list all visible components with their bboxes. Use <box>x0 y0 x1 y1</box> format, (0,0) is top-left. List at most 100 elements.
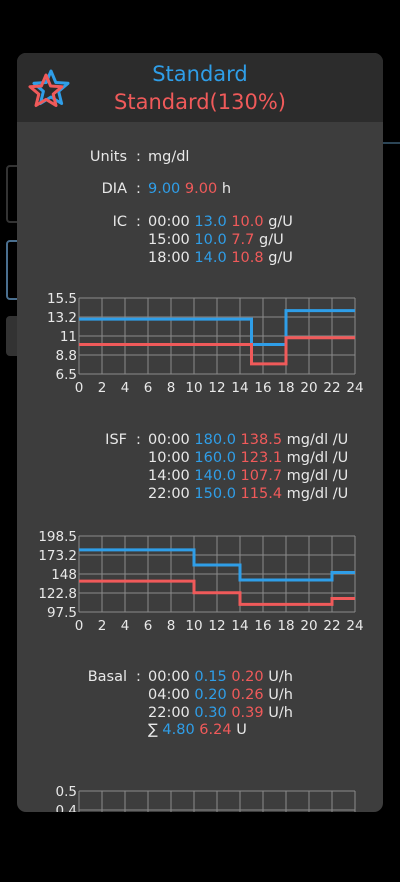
ic-row: 15:00 10.0 7.7 g/U <box>148 232 284 248</box>
y-tick-label: 122.8 <box>38 586 77 602</box>
basal-value: 0.15 <box>194 669 227 685</box>
isf-unit: mg/dl /U <box>286 432 349 448</box>
x-tick-label: 12 <box>208 618 225 634</box>
ic-value: 13.0 <box>194 214 227 230</box>
ic-time: 15:00 <box>148 232 190 248</box>
y-tick-label: 173.2 <box>38 548 77 564</box>
isf-chart: 198.5173.2148122.897.50 2 4 6 8 10 12 14 16 18 20 2… <box>38 529 363 634</box>
basal-row: 22:00 0.30 0.39 U/h <box>148 705 293 721</box>
y-tick-label: 97.5 <box>47 605 77 621</box>
x-tick-label: 16 <box>254 618 271 634</box>
x-tick-label: 18 <box>277 618 294 634</box>
ic-row: 18:00 14.0 10.8 g/U <box>148 250 293 266</box>
ic-value: 10.0 <box>194 232 227 248</box>
x-tick-label: 14 <box>231 380 248 396</box>
y-tick-label: 198.5 <box>38 529 77 545</box>
units-sep: : <box>136 149 141 165</box>
basal-value-scaled: 0.20 <box>231 669 264 685</box>
x-tick-label: 10 <box>185 618 202 634</box>
ic-time: 00:00 <box>148 214 190 230</box>
isf-row: 22:00 150.0 115.4 mg/dl /U <box>148 486 348 502</box>
basal-row: 00:00 0.15 0.20 U/h <box>148 669 293 685</box>
x-tick-label: 16 <box>254 380 271 396</box>
y-tick-label: 0.5 <box>56 784 77 800</box>
isf-row: 14:00 140.0 107.7 mg/dl /U <box>148 468 348 484</box>
dialog-header: Standard Standard(130%) <box>17 53 383 122</box>
x-tick-label: 6 <box>144 618 153 634</box>
isf-unit: mg/dl /U <box>286 450 349 466</box>
dia-sep: : <box>136 181 141 197</box>
y-tick-label: 15.5 <box>47 291 77 307</box>
units-label: Units <box>89 149 127 165</box>
x-tick-label: 0 <box>75 618 84 634</box>
x-tick-label: 4 <box>121 380 130 396</box>
ic-sep: : <box>136 214 141 230</box>
isf-row: 00:00 180.0 138.5 mg/dl /U <box>148 432 348 448</box>
basal-sum-scaled: 6.24 <box>199 722 232 738</box>
x-tick-label: 22 <box>323 618 340 634</box>
dia-value-base: 9.00 <box>148 181 181 197</box>
ic-row: 00:00 13.0 10.0 g/U <box>148 214 293 230</box>
isf-time: 22:00 <box>148 486 190 502</box>
y-tick-label: 13.2 <box>47 310 77 326</box>
x-tick-label: 22 <box>323 380 340 396</box>
basal-value-scaled: 0.26 <box>231 687 264 703</box>
x-tick-label: 20 <box>300 380 317 396</box>
x-tick-label: 10 <box>185 380 202 396</box>
basal-unit: U/h <box>268 705 293 721</box>
dia-value-scaled: 9.00 <box>184 181 218 197</box>
isf-time: 00:00 <box>148 432 190 448</box>
y-tick-label: 148 <box>51 567 77 583</box>
x-tick-label: 8 <box>167 618 176 634</box>
basal-unit: U/h <box>268 669 293 685</box>
y-tick-label: 11 <box>60 329 77 345</box>
isf-label: ISF <box>105 432 127 448</box>
basal-label: Basal <box>87 669 127 685</box>
basal-value: 0.20 <box>194 687 227 703</box>
y-tick-label: 8.8 <box>56 348 77 364</box>
y-tick-label: 0.4 <box>56 803 77 812</box>
background-card-edge <box>382 142 400 144</box>
basal-unit: U/h <box>268 687 293 703</box>
x-tick-label: 0 <box>75 380 84 396</box>
ic-unit: g/U <box>268 214 293 230</box>
basal-sum-unit: U <box>236 722 247 738</box>
ic-value: 14.0 <box>194 250 227 266</box>
isf-value-scaled: 138.5 <box>240 432 283 448</box>
x-tick-label: 18 <box>277 380 294 396</box>
isf-unit: mg/dl /U <box>286 486 349 502</box>
sum-symbol: ∑ <box>148 722 158 738</box>
isf-sep: : <box>136 432 141 448</box>
x-tick-label: 24 <box>346 618 363 634</box>
profile-viewer-dialog: Standard Standard(130%) Units : mg/dl DI… <box>17 53 383 812</box>
isf-value: 150.0 <box>194 486 236 502</box>
isf-row: 10:00 160.0 123.1 mg/dl /U <box>148 450 348 466</box>
basal-time: 22:00 <box>148 705 190 721</box>
ic-time: 18:00 <box>148 250 190 266</box>
x-tick-label: 14 <box>231 618 248 634</box>
ic-value-scaled: 10.0 <box>231 214 264 230</box>
basal-chart: 0.50.4 <box>56 784 356 812</box>
basal-sum: ∑ 4.80 6.24 U <box>148 722 247 738</box>
x-tick-label: 12 <box>208 380 225 396</box>
basal-value: 0.30 <box>194 705 227 721</box>
dia-unit: h <box>221 181 232 197</box>
isf-value-scaled: 107.7 <box>240 468 283 484</box>
isf-value: 140.0 <box>194 468 236 484</box>
x-tick-label: 2 <box>98 618 107 634</box>
isf-value: 180.0 <box>194 432 236 448</box>
x-tick-label: 4 <box>121 618 130 634</box>
x-tick-label: 20 <box>300 618 317 634</box>
basal-sum-base: 4.80 <box>162 722 195 738</box>
isf-value: 160.0 <box>194 450 236 466</box>
isf-value-scaled: 123.1 <box>240 450 283 466</box>
basal-sep: : <box>136 669 141 685</box>
ic-chart: 15.513.2118.86.50 2 4 6 8 10 12 14 16 18 20 22 24 <box>47 291 364 396</box>
dia-value: 9.00 9.00 h <box>148 181 231 197</box>
dia-label: DIA <box>101 181 127 197</box>
x-tick-label: 2 <box>98 380 107 396</box>
isf-time: 14:00 <box>148 468 190 484</box>
x-tick-label: 6 <box>144 380 153 396</box>
profile-name-scaled: Standard(130%) <box>114 90 286 114</box>
isf-unit: mg/dl /U <box>286 468 349 484</box>
